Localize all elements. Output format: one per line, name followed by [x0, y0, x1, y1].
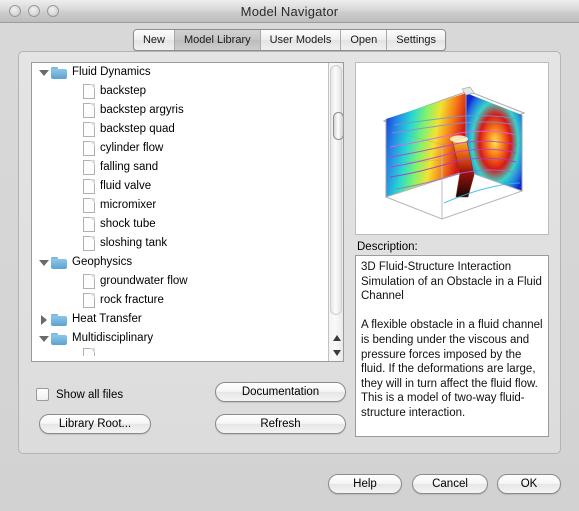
tabbar: New Model Library User Models Open Setti…	[132, 29, 447, 51]
description-box: 3D Fluid-Structure Interaction Simulatio…	[355, 255, 549, 437]
tree-item-label: falling sand	[100, 160, 159, 173]
model-tree-scroll-area: Fluid Dynamics backstep backstep argyris…	[32, 63, 328, 361]
tree-row[interactable]: backstep	[32, 82, 328, 101]
show-all-files-row[interactable]: Show all files	[36, 388, 123, 401]
tabbar-container: New Model Library User Models Open Setti…	[0, 23, 579, 54]
show-all-files-label: Show all files	[56, 388, 124, 401]
file-icon	[83, 348, 95, 356]
tab-settings[interactable]: Settings	[387, 30, 446, 50]
tree-item-label: Multidisciplinary	[72, 331, 154, 344]
scrollbar-thumb[interactable]	[333, 112, 343, 140]
scrollbar-arrows	[330, 330, 343, 360]
scroll-down-arrow[interactable]	[330, 345, 343, 360]
tree-row[interactable]: Fluid Dynamics	[32, 63, 328, 82]
scrollbar-track[interactable]	[330, 65, 343, 315]
file-icon	[83, 160, 95, 175]
tree-item-label: groundwater flow	[100, 274, 188, 287]
dialog-button-bar: Help Cancel OK	[0, 462, 579, 502]
file-icon	[83, 122, 95, 137]
tree-row[interactable]: cylinder flow	[32, 139, 328, 158]
show-all-files-checkbox[interactable]	[36, 388, 49, 401]
window-title: Model Navigator	[240, 3, 339, 19]
tree-item-label: cylinder flow	[100, 141, 164, 154]
tree-item-label: backstep quad	[100, 122, 175, 135]
tree-row[interactable]: groundwater flow	[32, 272, 328, 291]
tree-item-label: backstep argyris	[100, 103, 184, 116]
tree-vertical-scrollbar[interactable]	[328, 63, 343, 361]
disclosure-triangle-down-icon[interactable]	[36, 335, 51, 342]
tab-open[interactable]: Open	[341, 30, 388, 50]
scroll-up-arrow[interactable]	[330, 330, 343, 345]
file-icon	[83, 274, 95, 289]
tree-row[interactable]: fluid valve	[32, 177, 328, 196]
tab-user-models[interactable]: User Models	[260, 30, 342, 50]
tree-row[interactable]: micromixer	[32, 196, 328, 215]
refresh-button[interactable]: Refresh	[215, 414, 346, 434]
file-icon	[83, 103, 95, 118]
model-library-panel: Fluid Dynamics backstep backstep argyris…	[18, 51, 561, 454]
tree-item-label: Fluid Dynamics	[72, 65, 151, 78]
tree-item-label: Geophysics	[72, 255, 133, 268]
tree-item-label: shock tube	[100, 217, 156, 230]
tree-item-label: sloshing tank	[100, 236, 168, 249]
tree-item-label: Heat Transfer	[72, 312, 142, 325]
folder-icon	[51, 66, 67, 79]
tree-item-label: fluid valve	[100, 179, 152, 192]
folder-icon	[51, 332, 67, 345]
window-titlebar: Model Navigator	[0, 0, 579, 23]
tree-row[interactable]: Geophysics	[32, 253, 328, 272]
folder-icon	[51, 256, 67, 269]
tree-row[interactable]: Heat Transfer	[32, 310, 328, 329]
preview-render	[356, 63, 548, 234]
tree-row[interactable]: backstep argyris	[32, 101, 328, 120]
help-button[interactable]: Help	[328, 474, 402, 494]
model-preview-image	[355, 62, 549, 235]
file-icon	[83, 84, 95, 99]
tree-row[interactable]: shock tube	[32, 215, 328, 234]
tree-item-label: micromixer	[100, 198, 157, 211]
folder-icon	[51, 313, 67, 326]
tab-new[interactable]: New	[133, 30, 175, 50]
file-icon	[83, 236, 95, 251]
disclosure-triangle-down-icon[interactable]	[36, 69, 51, 76]
tree-row[interactable]: Multidisciplinary	[32, 329, 328, 348]
tree-row[interactable]: sloshing tank	[32, 234, 328, 253]
tree-row[interactable]: backstep quad	[32, 120, 328, 139]
model-navigator-window: Model Navigator New Model Library User M…	[0, 0, 579, 511]
tree-row[interactable]: falling sand	[32, 158, 328, 177]
file-icon	[83, 198, 95, 213]
cancel-button[interactable]: Cancel	[412, 474, 488, 494]
tab-model-library[interactable]: Model Library	[174, 30, 261, 50]
tree-row-partial[interactable]	[32, 348, 328, 356]
model-tree-list[interactable]: Fluid Dynamics backstep backstep argyris…	[31, 62, 344, 362]
file-icon	[83, 141, 95, 156]
file-icon	[83, 293, 95, 308]
library-root-button[interactable]: Library Root...	[39, 414, 151, 434]
disclosure-triangle-down-icon[interactable]	[36, 259, 51, 266]
ok-button[interactable]: OK	[497, 474, 561, 494]
disclosure-triangle-right-icon[interactable]	[36, 314, 51, 325]
tree-row[interactable]: rock fracture	[32, 291, 328, 310]
documentation-button[interactable]: Documentation	[215, 382, 346, 402]
tree-item-label: rock fracture	[100, 293, 164, 306]
file-icon	[83, 217, 95, 232]
file-icon	[83, 179, 95, 194]
tree-item-label: backstep	[100, 84, 147, 97]
description-text: 3D Fluid-Structure Interaction Simulatio…	[361, 261, 543, 419]
description-label: Description:	[357, 241, 418, 253]
